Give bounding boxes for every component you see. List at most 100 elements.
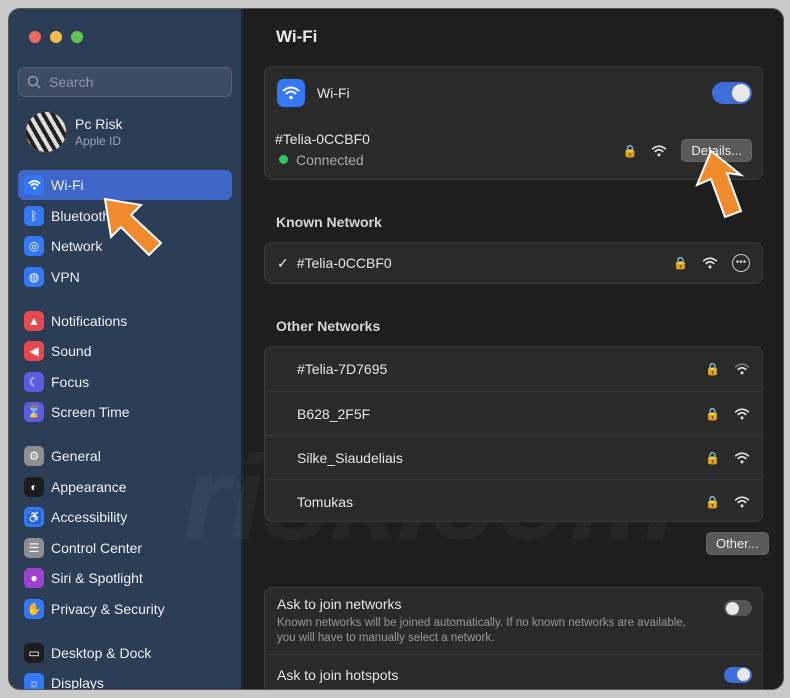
minimize-window-button[interactable] (50, 31, 62, 43)
known-network-card: ✓ #Telia-0CCBF0 🔒 ••• (264, 242, 763, 284)
sidebar-item-label: Screen Time (51, 404, 130, 420)
other-network-row[interactable]: Tomukas 🔒 (265, 479, 762, 523)
siri-icon: ● (24, 568, 44, 588)
search-input[interactable]: Search (18, 67, 232, 97)
status-dot (279, 155, 288, 164)
ask-to-join-networks-toggle[interactable] (724, 600, 752, 616)
sidebar-group: ▭ Desktop & Dock ☼ Displays (18, 638, 232, 689)
sidebar-item-label: Desktop & Dock (51, 644, 152, 661)
search-placeholder: Search (49, 74, 94, 90)
sidebar-item-desktop-dock[interactable]: ▭ Desktop & Dock (18, 638, 232, 668)
sidebar-item-displays[interactable]: ☼ Displays (18, 668, 232, 689)
network-status-icons: 🔒 (705, 362, 750, 376)
appearance-icon: ◐ (24, 476, 44, 497)
ask-to-join-hotspots-toggle[interactable] (724, 666, 752, 683)
other-network-row[interactable]: B628_2F5F 🔒 (265, 391, 762, 435)
moon-icon: ☾ (24, 371, 44, 392)
main-content: risk.com Wi-Fi Wi-Fi #Telia-0CCBF0 Conne… (183, 9, 783, 689)
sidebar-item-notifications[interactable]: ▲ Notifications (18, 306, 232, 336)
zoom-window-button[interactable] (71, 31, 83, 43)
connected-network-name: #Telia-0CCBF0 (275, 130, 370, 147)
wifi-signal-icon (734, 407, 750, 419)
network-status-icons: 🔒 (705, 407, 750, 421)
sidebar-item-label: Focus (51, 373, 90, 390)
sidebar-item-focus[interactable]: ☾ Focus (18, 367, 232, 397)
wifi-signal-icon (734, 363, 750, 375)
window-controls (29, 31, 83, 43)
annotation-arrow-icon (695, 149, 745, 219)
lock-icon: 🔒 (622, 143, 638, 158)
more-options-icon[interactable]: ••• (732, 254, 750, 272)
known-network-name: #Telia-0CCBF0 (296, 255, 392, 271)
sidebar: Search Pc Risk Apple ID Wi-Fi ᛒ Bluetooth ◎… (9, 9, 242, 689)
sidebar-item-siri-spotlight[interactable]: ● Siri & Spotlight (18, 563, 232, 593)
connection-status: Connected (296, 151, 364, 168)
display-icon: ☼ (24, 673, 44, 689)
lock-icon: 🔒 (705, 362, 720, 376)
checkmark-icon: ✓ (277, 254, 289, 271)
sidebar-item-screen-time[interactable]: ⌛ Screen Time (18, 397, 232, 427)
bluetooth-icon: ᛒ (24, 205, 44, 226)
ask-to-join-hotspots-label: Ask to join hotspots (277, 666, 399, 683)
speaker-icon: ◀ (24, 341, 44, 361)
bell-icon: ▲ (24, 310, 44, 331)
dock-icon: ▭ (24, 642, 44, 663)
account-name: Pc Risk (75, 116, 123, 132)
lock-icon: 🔒 (705, 450, 720, 465)
annotation-arrow-icon (103, 197, 163, 257)
other-networks-heading: Other Networks (276, 318, 381, 334)
known-network-heading: Known Network (276, 214, 382, 230)
sidebar-item-label: Accessibility (51, 509, 128, 525)
lock-icon: 🔒 (705, 406, 720, 421)
wifi-signal-icon (734, 451, 750, 463)
vpn-icon: ◍ (24, 266, 44, 287)
sidebar-item-label: Sound (51, 343, 92, 359)
known-network-row[interactable]: ✓ #Telia-0CCBF0 🔒 ••• (265, 243, 762, 283)
sidebar-item-label: Siri & Spotlight (51, 570, 143, 586)
search-icon (27, 75, 41, 89)
wifi-toggle[interactable] (712, 82, 752, 104)
ask-to-join-networks-label: Ask to join networks (277, 596, 402, 612)
close-window-button[interactable] (29, 31, 41, 43)
wifi-signal-icon (734, 495, 750, 507)
wifi-label: Wi-Fi (317, 85, 350, 101)
wifi-signal-icon (702, 257, 718, 269)
lock-icon: 🔒 (705, 494, 720, 509)
control-center-icon: ☰ (24, 537, 44, 558)
wifi-icon (24, 175, 44, 195)
sidebar-item-label: Notifications (51, 312, 128, 329)
gear-icon: ⚙ (24, 446, 44, 466)
network-status-icons: 🔒 (705, 451, 750, 465)
other-networks-card: #Telia-7D7695 🔒 B628_2F5F 🔒 Silke_Siaudeliai… (264, 346, 763, 522)
sidebar-group: ▲ Notifications ◀ Sound ☾ Focus ⌛ Screen Time (18, 306, 232, 428)
sidebar-item-label: Appearance (51, 478, 127, 495)
sidebar-item-label: Network (51, 238, 103, 254)
apple-id-account[interactable]: Pc Risk Apple ID (25, 111, 122, 153)
sidebar-item-label: General (51, 448, 101, 464)
wifi-signal-icon (652, 144, 667, 156)
account-subtitle: Apple ID (75, 134, 122, 148)
sidebar-item-label: Privacy & Security (51, 600, 165, 617)
hand-icon: ✋ (24, 598, 44, 619)
wifi-icon (277, 79, 305, 107)
network-status-icons: 🔒 (705, 495, 750, 509)
wifi-card: Wi-Fi #Telia-0CCBF0 Connected 🔒 Details.… (264, 66, 763, 180)
other-network-row[interactable]: Silke_Siaudeliais 🔒 (265, 435, 762, 479)
network-name: Silke_Siaudeliais (297, 449, 403, 466)
sidebar-item-privacy-security[interactable]: ✋ Privacy & Security (18, 594, 232, 624)
avatar (25, 111, 67, 153)
ask-to-join-networks-description: Known networks will be joined automatica… (277, 617, 686, 644)
page-title: Wi-Fi (276, 27, 318, 46)
sidebar-item-sound[interactable]: ◀ Sound (18, 336, 232, 366)
other-network-row[interactable]: #Telia-7D7695 🔒 (265, 347, 762, 391)
sidebar-item-label: Wi-Fi (51, 177, 84, 193)
sidebar-item-label: Control Center (51, 539, 143, 556)
sidebar-item-label: VPN (51, 268, 80, 285)
other-network-button[interactable]: Other... (706, 532, 769, 555)
sidebar-item-vpn[interactable]: ◍ VPN (18, 262, 232, 292)
ask-settings-card: Ask to join networks Known networks will… (264, 587, 763, 689)
accessibility-icon: ♿ (24, 507, 44, 527)
network-name: #Telia-7D7695 (297, 361, 388, 377)
hourglass-icon: ⌛ (24, 402, 44, 422)
lock-icon: 🔒 (673, 256, 688, 270)
